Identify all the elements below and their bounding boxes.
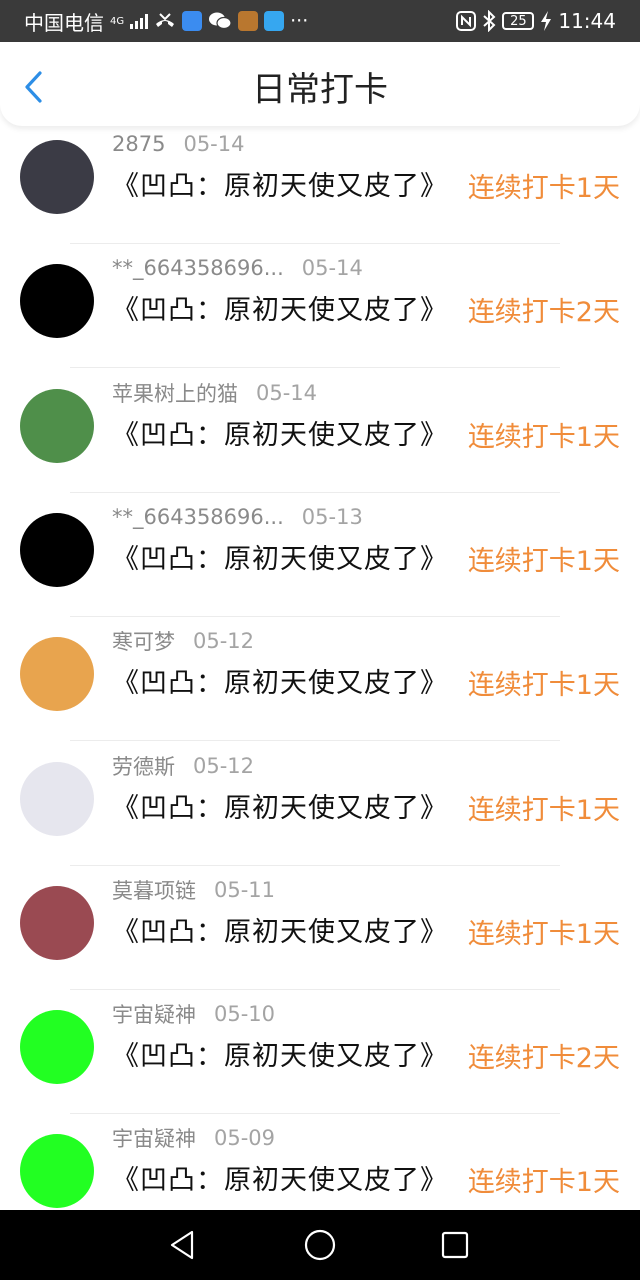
system-nav-bar	[0, 1210, 640, 1280]
checkin-date: 05-14	[301, 256, 363, 280]
user-meta: **_664358696... 05-14	[112, 254, 363, 282]
checkin-date: 05-14	[183, 132, 245, 156]
row-divider	[70, 367, 560, 368]
user-avatar[interactable]	[20, 264, 94, 338]
user-avatar[interactable]	[20, 513, 94, 587]
checkin-date: 05-13	[301, 505, 363, 529]
more-notifications-icon: ···	[290, 10, 309, 32]
signal-icon	[130, 13, 149, 29]
user-meta: 宇宙疑神 05-10	[112, 1000, 275, 1028]
home-circle-icon[interactable]	[303, 1228, 337, 1262]
charging-icon	[541, 11, 552, 31]
checkin-row[interactable]: 劳德斯 05-12 《凹凸：原初天使又皮了》 连续打卡1天	[0, 742, 640, 866]
user-avatar[interactable]	[20, 1010, 94, 1084]
streak-label: 连续打卡1天	[467, 919, 620, 950]
checkin-row[interactable]: 寒可梦 05-12 《凹凸：原初天使又皮了》 连续打卡1天	[0, 617, 640, 741]
book-title: 《凹凸：原初天使又皮了》	[112, 295, 448, 326]
user-name: **_664358696...	[112, 505, 284, 529]
user-avatar[interactable]	[20, 140, 94, 214]
user-name: 寒可梦	[112, 630, 175, 654]
user-meta: 莫暮项链 05-11	[112, 876, 275, 904]
book-title: 《凹凸：原初天使又皮了》	[112, 917, 448, 948]
checkin-date: 05-10	[214, 1002, 276, 1026]
book-title: 《凹凸：原初天使又皮了》	[112, 1041, 448, 1072]
checkin-date: 05-12	[193, 629, 255, 653]
book-title: 《凹凸：原初天使又皮了》	[112, 668, 448, 699]
user-name: 莫暮项链	[112, 879, 196, 903]
checkin-date: 05-11	[214, 878, 276, 902]
user-name: 2875	[112, 132, 166, 156]
checkin-row[interactable]: 宇宙疑神 05-09 《凹凸：原初天使又皮了》 连续打卡1天	[0, 1114, 640, 1210]
user-meta: 寒可梦 05-12	[112, 627, 254, 655]
checkin-row[interactable]: 2875 05-14 《凹凸：原初天使又皮了》 连续打卡1天	[0, 128, 640, 244]
checkin-date: 05-12	[193, 754, 255, 778]
user-avatar[interactable]	[20, 762, 94, 836]
streak-label: 连续打卡1天	[467, 1167, 620, 1198]
book-title: 《凹凸：原初天使又皮了》	[112, 171, 448, 202]
user-meta: 劳德斯 05-12	[112, 752, 254, 780]
user-avatar[interactable]	[20, 637, 94, 711]
carrier-name: 中国电信	[24, 10, 104, 35]
game-app-icon	[238, 11, 259, 31]
missed-call-icon	[156, 13, 175, 27]
book-title: 《凹凸：原初天使又皮了》	[112, 793, 448, 824]
app-header: 日常打卡	[0, 42, 640, 126]
page-title: 日常打卡	[252, 70, 388, 110]
checkin-row[interactable]: 苹果树上的猫 05-14 《凹凸：原初天使又皮了》 连续打卡1天	[0, 369, 640, 493]
user-meta: 苹果树上的猫 05-14	[112, 379, 317, 407]
status-bar: 中国电信 4G ··· 25 11:44	[0, 0, 640, 42]
user-name: 宇宙疑神	[112, 1003, 196, 1027]
wechat-icon	[209, 12, 232, 30]
network-type: 4G	[110, 15, 125, 27]
book-title: 《凹凸：原初天使又皮了》	[112, 1165, 448, 1196]
user-avatar[interactable]	[20, 389, 94, 463]
nfc-icon	[456, 11, 477, 31]
user-name: **_664358696...	[112, 256, 284, 280]
bluetooth-icon	[483, 10, 496, 32]
clock: 11:44	[558, 9, 616, 33]
user-avatar[interactable]	[20, 1134, 94, 1208]
book-title: 《凹凸：原初天使又皮了》	[112, 544, 448, 575]
streak-label: 连续打卡1天	[467, 546, 620, 577]
checkin-list[interactable]: 2875 05-14 《凹凸：原初天使又皮了》 连续打卡1天 **_664358696.…	[0, 128, 640, 1210]
battery-icon: 25	[502, 12, 535, 30]
user-meta: 2875 05-14	[112, 130, 244, 158]
user-name: 劳德斯	[112, 755, 175, 779]
row-divider	[70, 740, 560, 741]
user-meta: **_664358696... 05-13	[112, 503, 363, 531]
streak-label: 连续打卡1天	[467, 422, 620, 453]
search-app-icon	[264, 11, 285, 31]
user-name: 苹果树上的猫	[112, 382, 238, 406]
user-avatar[interactable]	[20, 886, 94, 960]
checkin-date: 05-09	[214, 1126, 276, 1150]
book-title: 《凹凸：原初天使又皮了》	[112, 420, 448, 451]
user-meta: 宇宙疑神 05-09	[112, 1124, 275, 1152]
checkin-row[interactable]: 莫暮项链 05-11 《凹凸：原初天使又皮了》 连续打卡1天	[0, 866, 640, 990]
streak-label: 连续打卡2天	[467, 1043, 620, 1074]
user-name: 宇宙疑神	[112, 1127, 196, 1151]
recents-square-icon[interactable]	[438, 1228, 472, 1262]
streak-label: 连续打卡1天	[467, 795, 620, 826]
streak-label: 连续打卡1天	[467, 173, 620, 204]
streak-label: 连续打卡1天	[467, 670, 620, 701]
checkin-row[interactable]: 宇宙疑神 05-10 《凹凸：原初天使又皮了》 连续打卡2天	[0, 990, 640, 1114]
checkin-row[interactable]: **_664358696... 05-13 《凹凸：原初天使又皮了》 连续打卡1天	[0, 493, 640, 617]
checkin-date: 05-14	[256, 381, 318, 405]
checkin-row[interactable]: **_664358696... 05-14 《凹凸：原初天使又皮了》 连续打卡2天	[0, 244, 640, 368]
streak-label: 连续打卡2天	[467, 297, 620, 328]
cloud-app-icon	[182, 11, 203, 31]
back-triangle-icon[interactable]	[166, 1228, 200, 1262]
